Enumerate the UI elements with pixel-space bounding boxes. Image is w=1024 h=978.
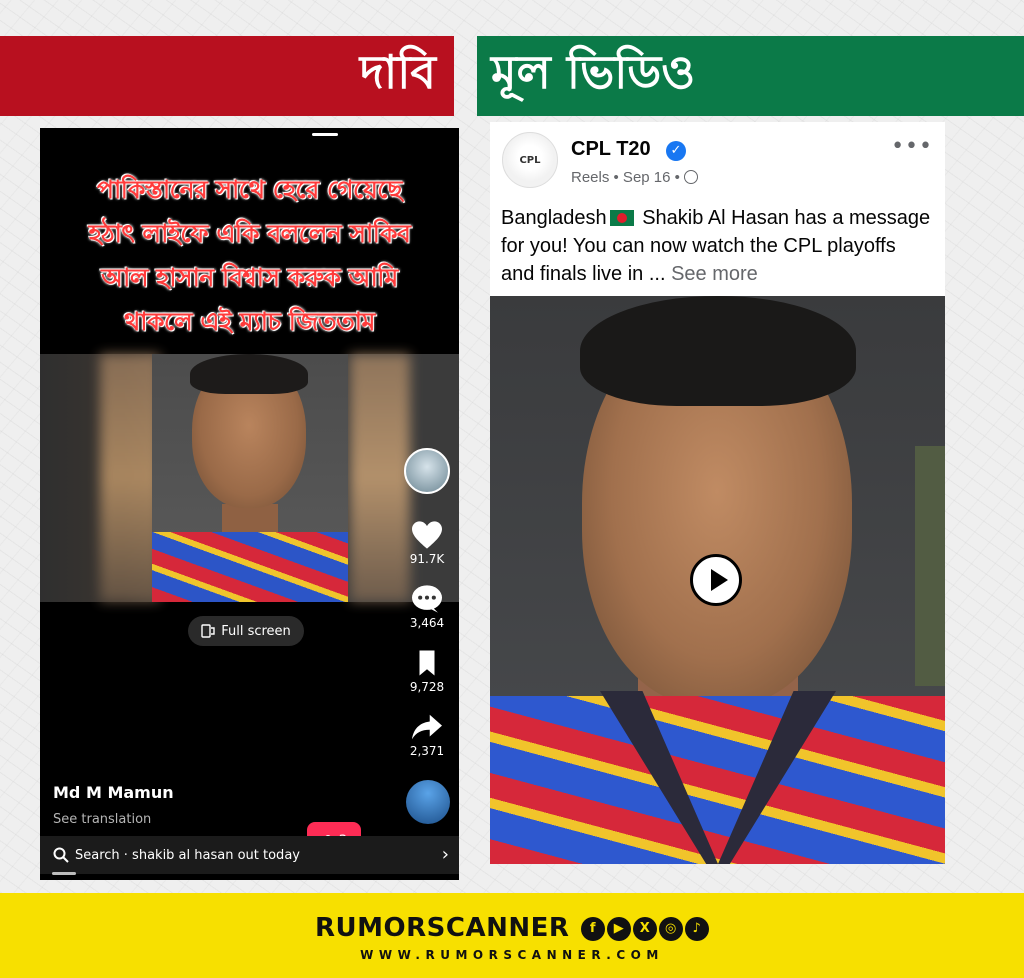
original-video[interactable] — [490, 296, 945, 864]
caption-line: আল হাসান বিশ্বাস করুক আমি — [101, 263, 398, 292]
search-text: Search · shakib al hasan out today — [75, 847, 300, 863]
share-arrow-icon — [412, 714, 442, 740]
search-icon — [53, 847, 69, 863]
see-translation-link[interactable]: See translation — [53, 812, 151, 827]
post-text: Bangladesh Shakib Al Hasan has a message… — [501, 204, 931, 288]
video-person — [152, 354, 348, 602]
video-background-foliage — [915, 446, 945, 686]
website-url[interactable]: WWW.RUMORSCANNER.COM — [0, 948, 1024, 962]
like-button[interactable]: 91.7K — [402, 520, 452, 566]
comment-button[interactable]: 3,464 — [402, 584, 452, 630]
caption-line: হঠাৎ লাইফে একি বললেন সাকিব — [88, 219, 411, 248]
claim-video-screenshot: পাকিস্তানের সাথে হেরে গেয়েছে হঠাৎ লাইফে… — [40, 128, 459, 880]
more-options-icon[interactable]: ••• — [891, 134, 933, 159]
claim-banner-label: দাবি — [359, 45, 436, 99]
post-text-start: Bangladesh — [501, 207, 607, 229]
comment-icon — [412, 585, 442, 613]
fullscreen-label: Full screen — [221, 623, 291, 639]
post-meta-text: Reels • Sep 16 • — [571, 169, 680, 186]
fullscreen-button[interactable]: Full screen — [188, 616, 304, 646]
chevron-right-icon: › — [441, 844, 449, 865]
brand-row: RUMORSCANNER f ▶ X ◎ ♪ — [0, 913, 1024, 943]
post-meta: Reels • Sep 16 • — [571, 169, 699, 186]
brand-name: RUMORSCANNER — [315, 913, 570, 943]
x-icon[interactable]: X — [632, 916, 657, 941]
play-icon[interactable] — [690, 554, 742, 606]
caption-line: পাকিস্তানের সাথে হেরে গেয়েছে — [97, 175, 403, 204]
video-blur-right — [350, 354, 410, 602]
person-hair — [580, 296, 856, 406]
globe-icon — [684, 170, 699, 184]
video-progress-bar[interactable] — [52, 872, 76, 875]
save-count: 9,728 — [409, 680, 445, 694]
like-count: 91.7K — [409, 552, 445, 566]
person-shirt — [152, 532, 348, 602]
original-banner: মূল ভিডিও — [477, 36, 1024, 116]
person-hair — [190, 354, 308, 394]
creator-username[interactable]: Md M Mamun — [53, 783, 174, 802]
caption-line: থাকলে এই ম্যাচ জিততাম — [124, 307, 375, 336]
share-button[interactable]: 2,371 — [402, 712, 452, 758]
fullscreen-icon — [201, 624, 215, 638]
music-disc-icon[interactable] — [406, 780, 450, 824]
cpl-logo-text: CPL — [519, 154, 541, 166]
instagram-icon[interactable]: ◎ — [658, 916, 683, 941]
bookmark-icon — [419, 650, 435, 676]
comment-count: 3,464 — [409, 616, 445, 630]
search-bar[interactable]: Search · shakib al hasan out today › — [40, 836, 459, 874]
verified-badge-icon: ✓ — [666, 141, 686, 161]
page-name[interactable]: CPL T20 — [571, 138, 651, 161]
person-shirt — [490, 696, 945, 864]
bangladesh-flag-icon — [609, 210, 634, 226]
drag-handle[interactable] — [312, 133, 338, 136]
social-icons: f ▶ X ◎ ♪ — [580, 916, 709, 941]
claim-video-frame[interactable] — [40, 354, 459, 602]
cpl-logo[interactable]: CPL — [502, 132, 558, 188]
share-count: 2,371 — [409, 744, 445, 758]
claim-caption: পাকিস্তানের সাথে হেরে গেয়েছে হঠাৎ লাইফে… — [40, 168, 459, 344]
facebook-icon[interactable]: f — [580, 916, 605, 941]
youtube-icon[interactable]: ▶ — [606, 916, 631, 941]
tiktok-icon[interactable]: ♪ — [684, 916, 709, 941]
heart-icon — [412, 521, 442, 549]
original-post-card: CPL CPL T20 ✓ Reels • Sep 16 • ••• Bangl… — [490, 122, 945, 864]
creator-avatar[interactable] — [404, 448, 450, 494]
footer: RUMORSCANNER f ▶ X ◎ ♪ WWW.RUMORSCANNER.… — [0, 893, 1024, 978]
save-button[interactable]: 9,728 — [402, 648, 452, 694]
original-banner-label: মূল ভিডিও — [491, 45, 696, 99]
claim-banner: দাবি — [0, 36, 454, 116]
see-more-link[interactable]: See more — [671, 263, 758, 285]
video-blur-left — [100, 354, 160, 602]
